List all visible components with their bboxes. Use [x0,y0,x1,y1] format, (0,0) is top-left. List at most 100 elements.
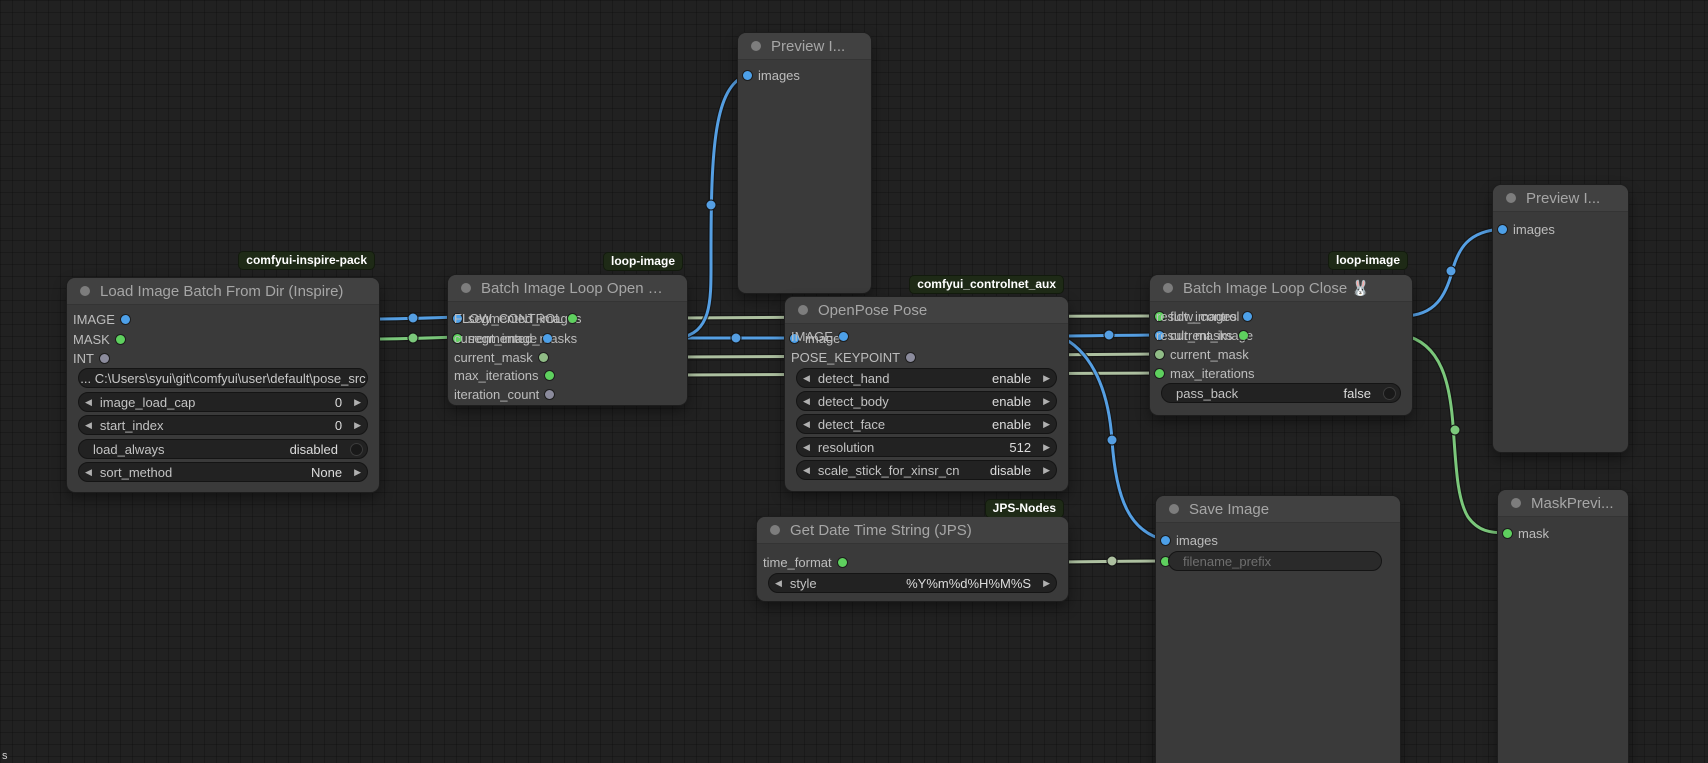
widget-style[interactable]: ◀ style %Y%m%d%H%M%S ▶ [768,573,1057,593]
prev-option-arrow-icon[interactable]: ◀ [769,578,788,589]
node-get-date-time-string[interactable]: JPS-Nodes Get Date Time String (JPS) tim… [757,517,1068,601]
next-option-arrow-icon[interactable]: ▶ [1037,419,1056,430]
increment-arrow-icon[interactable]: ▶ [348,467,367,478]
prev-option-arrow-icon[interactable]: ◀ [797,373,816,384]
next-option-arrow-icon[interactable]: ▶ [1037,465,1056,476]
link-reroute-dot[interactable] [1107,556,1117,566]
link-reroute-dot[interactable] [1104,330,1114,340]
node-mask-preview[interactable]: MaskPrevi... mask [1498,490,1628,763]
port-dot[interactable] [539,353,548,362]
port-dot[interactable] [568,314,577,323]
widget-directory[interactable]: ... C:\Users\syui\git\comfyui\user\defau… [78,368,368,388]
collapse-dot-icon[interactable] [1169,504,1179,514]
widget-image-load-cap[interactable]: ◀ image_load_cap 0 ▶ [78,392,368,412]
node-save-image[interactable]: Save Image images filename_prefix [1156,496,1400,763]
decrement-arrow-icon[interactable]: ◀ [797,442,816,453]
increment-arrow-icon[interactable]: ▶ [348,397,367,408]
node-openpose-pose[interactable]: comfyui_controlnet_aux OpenPose Pose ima… [785,297,1068,491]
port-dot[interactable] [838,558,847,567]
node-title-bar[interactable]: Batch Image Loop Close 🐰 [1150,275,1412,302]
increment-arrow-icon[interactable]: ▶ [348,420,367,431]
decrement-arrow-icon[interactable]: ◀ [79,467,98,478]
link-reroute-dot[interactable] [706,200,716,210]
node-title-bar[interactable]: Preview I... [1493,185,1628,212]
link-image-to-segmented-images[interactable] [370,313,457,323]
port-dot[interactable] [543,334,552,343]
widget-filename-prefix[interactable]: filename_prefix [1168,551,1382,571]
link-reroute-dot[interactable] [1107,435,1117,445]
port-dot[interactable] [1239,331,1248,340]
node-title-bar[interactable]: Save Image [1156,496,1400,523]
prev-option-arrow-icon[interactable]: ◀ [797,396,816,407]
next-option-arrow-icon[interactable]: ▶ [1037,578,1056,589]
prev-option-arrow-icon[interactable]: ◀ [797,419,816,430]
toggle-knob-icon[interactable] [1383,387,1396,400]
toggle-knob-icon[interactable] [350,443,363,456]
port-dot[interactable] [1155,350,1164,359]
port-dot[interactable] [1243,312,1252,321]
collapse-dot-icon[interactable] [770,525,780,535]
widget-resolution[interactable]: ◀ resolution 512 ▶ [796,437,1057,457]
widget-sort-method[interactable]: ◀ sort_method None ▶ [78,462,368,482]
port-dot[interactable] [1503,529,1512,538]
port-label: current_mask [1170,347,1249,362]
prev-option-arrow-icon[interactable]: ◀ [797,465,816,476]
port-dot-int[interactable] [100,354,109,363]
port-dot[interactable] [1155,369,1164,378]
collapse-dot-icon[interactable] [1506,193,1516,203]
collapse-dot-icon[interactable] [1511,498,1521,508]
decrement-arrow-icon[interactable]: ◀ [79,397,98,408]
next-option-arrow-icon[interactable]: ▶ [1037,373,1056,384]
collapse-dot-icon[interactable] [461,283,471,293]
port-dot-image[interactable] [121,315,130,324]
collapse-dot-icon[interactable] [80,286,90,296]
widget-name: style [790,576,906,591]
widget-detect-face[interactable]: ◀ detect_face enable ▶ [796,414,1057,434]
link-result-images-to-preview[interactable] [1403,229,1502,316]
node-batch-image-loop-close[interactable]: loop-image Batch Image Loop Close 🐰 flow… [1150,275,1412,415]
widget-detect-body[interactable]: ◀ detect_body enable ▶ [796,391,1057,411]
decrement-arrow-icon[interactable]: ◀ [79,420,98,431]
link-result-masks-to-mask-preview[interactable] [1403,335,1507,533]
node-preview-image-right[interactable]: Preview I... images [1493,185,1628,452]
input-port-images: images [738,66,871,84]
widget-detect-hand[interactable]: ◀ detect_hand enable ▶ [796,368,1057,388]
link-reroute-dot[interactable] [408,333,418,343]
port-dot[interactable] [1161,536,1170,545]
port-dot[interactable] [839,332,848,341]
port-dot[interactable] [906,353,915,362]
link-time-format-to-filename[interactable] [1059,556,1165,566]
output-port-int: INT [67,349,379,367]
link-reroute-dot[interactable] [731,333,741,343]
node-batch-image-loop-open[interactable]: loop-image Batch Image Loop Open 🐰 ... s… [448,275,687,405]
node-title-bar[interactable]: MaskPrevi... [1498,490,1628,517]
port-dot[interactable] [545,371,554,380]
node-preview-image-top[interactable]: Preview I... images [738,33,871,293]
node-title-bar[interactable]: OpenPose Pose [785,297,1068,324]
collapse-dot-icon[interactable] [751,41,761,51]
link-reroute-dot[interactable] [1450,425,1460,435]
node-title-bar[interactable]: Preview I... [738,33,871,60]
widget-pass-back[interactable]: pass_back false [1161,383,1401,403]
port-dot[interactable] [545,390,554,399]
node-title-bar[interactable]: Load Image Batch From Dir (Inspire) [67,278,379,305]
widget-start-index[interactable]: ◀ start_index 0 ▶ [78,415,368,435]
link-openpose-image-to-loop-close[interactable] [1059,330,1159,340]
port-dot[interactable] [743,71,752,80]
link-current-image-to-preview[interactable] [678,75,747,338]
node-load-image-batch-from-dir[interactable]: comfyui-inspire-pack Load Image Batch Fr… [67,278,379,492]
node-graph-canvas[interactable]: comfyui-inspire-pack Load Image Batch Fr… [0,0,1708,763]
collapse-dot-icon[interactable] [798,305,808,315]
port-dot-mask[interactable] [116,335,125,344]
link-reroute-dot[interactable] [1446,266,1456,276]
widget-scale-stick-for-xinsr-cn[interactable]: ◀ scale_stick_for_xinsr_cn disable ▶ [796,460,1057,480]
collapse-dot-icon[interactable] [1163,283,1173,293]
widget-load-always[interactable]: load_always disabled [78,439,368,459]
next-option-arrow-icon[interactable]: ▶ [1037,396,1056,407]
node-title-bar[interactable]: Batch Image Loop Open 🐰 ... [448,275,687,302]
port-dot[interactable] [1498,225,1507,234]
increment-arrow-icon[interactable]: ▶ [1037,442,1056,453]
link-reroute-dot[interactable] [408,313,418,323]
link-mask-to-segmented-masks[interactable] [370,333,457,343]
node-title-bar[interactable]: Get Date Time String (JPS) [757,517,1068,544]
